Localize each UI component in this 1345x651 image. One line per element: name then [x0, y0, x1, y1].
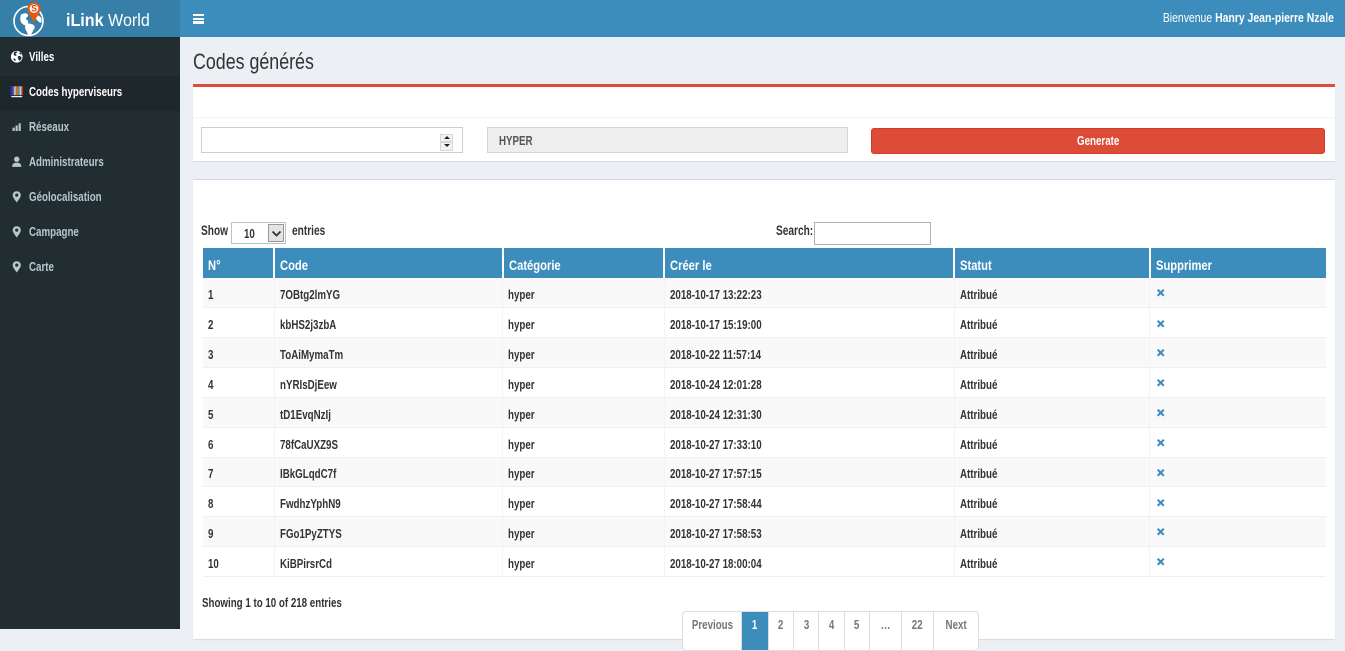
svg-text:S: S	[31, 4, 37, 14]
